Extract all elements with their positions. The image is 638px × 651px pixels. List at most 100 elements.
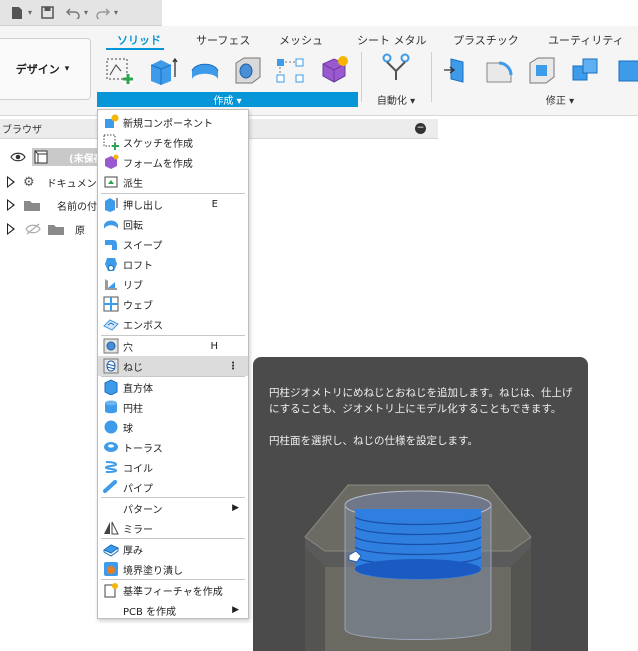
submenu-arrow-icon: ▶ xyxy=(232,503,239,513)
menu-item-new-component[interactable]: 新規コンポーネント xyxy=(98,112,248,132)
menu-item-thicken[interactable]: 厚み xyxy=(98,539,248,559)
redo-icon[interactable] xyxy=(92,3,114,23)
menu-item-create-form[interactable]: フォームを作成 xyxy=(98,152,248,172)
menu-item-pattern[interactable]: パターン ▶ xyxy=(98,498,248,518)
automate-icon[interactable] xyxy=(381,52,411,82)
combine-icon[interactable] xyxy=(570,55,600,85)
create-group-label: 作成 ▾ xyxy=(213,96,242,107)
sphere-icon xyxy=(104,420,118,434)
menu-item-mirror[interactable]: ミラー xyxy=(98,518,248,538)
menu-item-label: エンボス xyxy=(123,320,163,332)
menu-item-hole[interactable]: 穴 H xyxy=(98,336,248,356)
menu-item-revolve[interactable]: 回転 xyxy=(98,214,248,234)
new-file-icon[interactable] xyxy=(6,3,28,23)
menu-item-pipe[interactable]: パイプ xyxy=(98,477,248,497)
component-icon xyxy=(34,150,48,164)
sweep-icon xyxy=(105,240,117,250)
expand-icon[interactable] xyxy=(7,176,15,188)
emboss-icon xyxy=(103,319,119,331)
menu-item-create-sketch[interactable]: スケッチを作成 xyxy=(98,132,248,152)
menu-item-create-pcb[interactable]: PCB を作成 ▶ xyxy=(98,600,248,620)
menu-item-thread[interactable]: ねじ ⋮ xyxy=(98,356,248,376)
menu-item-sphere[interactable]: 球 xyxy=(98,417,248,437)
shortcut-label: H xyxy=(210,340,218,352)
menu-item-rib[interactable]: リブ xyxy=(98,274,248,294)
loft-icon xyxy=(105,258,117,271)
tab-solid[interactable]: ソリッド xyxy=(117,32,161,48)
menu-item-label: 境界塗り潰し xyxy=(123,565,183,577)
tree-root[interactable] xyxy=(0,146,26,168)
thicken-icon xyxy=(103,544,119,557)
shell-icon[interactable] xyxy=(527,55,557,85)
menu-item-label: 新規コンポーネント xyxy=(123,118,213,130)
press-pull-icon[interactable] xyxy=(441,55,471,85)
revolve-icon[interactable] xyxy=(190,55,220,85)
box-icon xyxy=(104,379,118,395)
create-form-icon[interactable] xyxy=(318,55,348,85)
create-sketch-icon[interactable] xyxy=(104,55,134,85)
tab-plastic[interactable]: プラスチック xyxy=(453,32,519,48)
menu-item-emboss[interactable]: エンボス xyxy=(98,314,248,334)
menu-item-boundary-fill[interactable]: 境界塗り潰し xyxy=(98,559,248,579)
expand-icon[interactable] xyxy=(7,223,15,235)
tree-row-named-views[interactable]: 名前の付 xyxy=(0,194,97,216)
modify-group-button[interactable]: 修正 ▾ xyxy=(530,92,590,107)
automate-group-button[interactable]: 自動化 ▾ xyxy=(366,92,426,107)
menu-item-label: ミラー xyxy=(123,524,153,536)
chevron-down-icon[interactable]: ▾ xyxy=(84,8,88,17)
chevron-down-icon[interactable]: ▾ xyxy=(28,8,32,17)
chevron-down-icon[interactable]: ▾ xyxy=(114,8,118,17)
folder-icon xyxy=(24,200,40,211)
menu-item-label: パターン xyxy=(123,504,163,516)
hidden-eye-icon[interactable] xyxy=(25,223,41,235)
automate-group-label: 自動化 ▾ xyxy=(376,96,416,107)
scale-icon[interactable] xyxy=(613,55,638,85)
form-icon xyxy=(105,154,119,169)
hole-icon[interactable] xyxy=(233,55,263,85)
workspace-label: デザイン xyxy=(15,63,60,76)
pipe-icon xyxy=(103,480,117,493)
menu-item-cylinder[interactable]: 円柱 xyxy=(98,397,248,417)
tree-row-label: 名前の付 xyxy=(57,201,97,213)
menu-item-label: 円柱 xyxy=(123,403,143,415)
menu-item-derive[interactable]: 派生 xyxy=(98,172,248,192)
menu-item-sweep[interactable]: スイープ xyxy=(98,234,248,254)
save-icon[interactable] xyxy=(36,3,58,23)
torus-icon xyxy=(104,442,118,452)
eye-icon[interactable] xyxy=(10,151,26,163)
create-group-button[interactable]: 作成 ▾ xyxy=(97,92,358,107)
tree-row-document-settings[interactable]: ⚙ ドキュメント xyxy=(0,171,107,193)
submenu-arrow-icon: ▶ xyxy=(232,605,239,615)
menu-item-torus[interactable]: トーラス xyxy=(98,437,248,457)
menu-item-label: PCB を作成 xyxy=(123,606,177,618)
workspace-switcher[interactable]: デザイン ▾ xyxy=(0,38,91,100)
tab-mesh[interactable]: メッシュ xyxy=(279,32,323,48)
tab-sheet-metal[interactable]: シート メタル xyxy=(357,32,427,48)
new-component-icon xyxy=(105,114,119,128)
menu-item-label: リブ xyxy=(123,280,143,292)
pcb-icon xyxy=(103,602,119,618)
tab-surface[interactable]: サーフェス xyxy=(196,32,250,48)
menu-item-coil[interactable]: コイル xyxy=(98,457,248,477)
menu-item-label: ねじ xyxy=(123,362,143,374)
menu-item-box[interactable]: 直方体 xyxy=(98,377,248,397)
extrude-icon[interactable] xyxy=(148,55,178,85)
more-options-icon[interactable]: ⋮ xyxy=(228,361,238,372)
tree-row-origin[interactable]: 原 xyxy=(0,218,85,240)
expand-icon[interactable] xyxy=(7,199,15,211)
derive-icon xyxy=(104,176,118,188)
threaded-nut-illustration xyxy=(304,484,532,651)
collapse-icon[interactable]: − xyxy=(415,123,426,134)
tab-utility[interactable]: ユーティリティ xyxy=(548,32,624,48)
pattern-icon[interactable] xyxy=(275,55,305,85)
undo-icon[interactable] xyxy=(62,3,84,23)
mirror-icon xyxy=(104,521,119,535)
pattern-icon xyxy=(103,500,119,516)
menu-item-loft[interactable]: ロフト xyxy=(98,254,248,274)
menu-item-label: フォームを作成 xyxy=(123,158,193,170)
fillet-icon[interactable] xyxy=(484,55,514,85)
menu-item-extrude[interactable]: 押し出し E xyxy=(98,194,248,214)
gear-icon: ⚙ xyxy=(23,174,35,190)
menu-item-construct[interactable]: 基準フィーチャを作成 xyxy=(98,580,248,600)
menu-item-web[interactable]: ウェブ xyxy=(98,294,248,314)
